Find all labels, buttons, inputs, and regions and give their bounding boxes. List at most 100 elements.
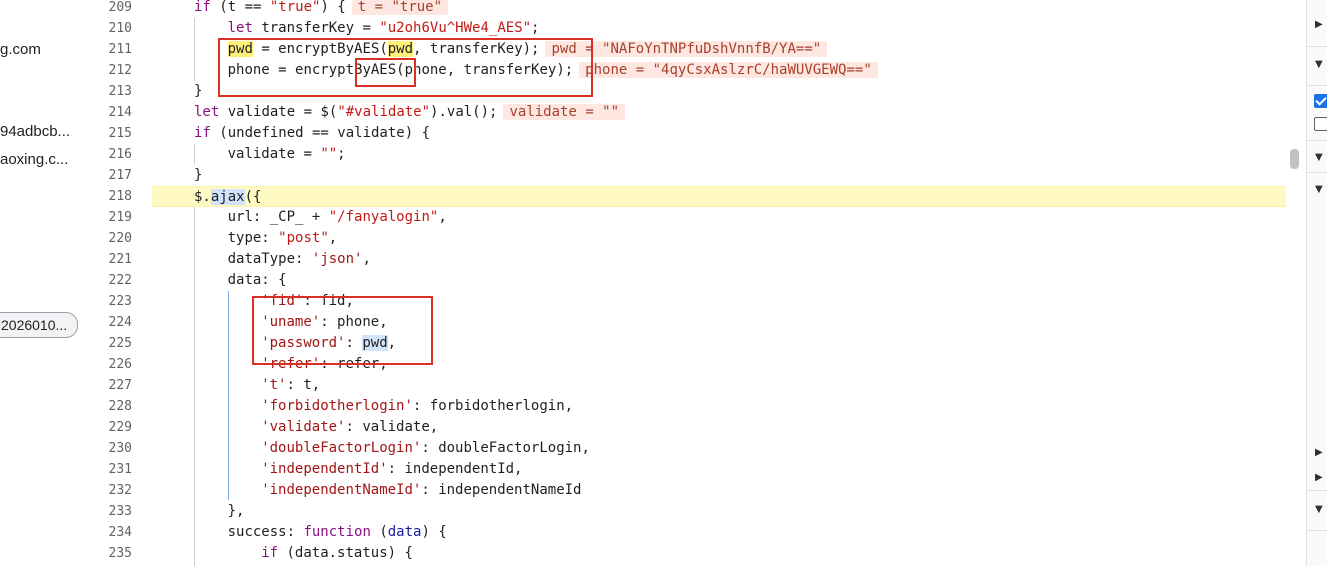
code-token: 'forbidotherlogin' bbox=[261, 398, 413, 414]
code-line: }, bbox=[152, 501, 1286, 522]
triangle-right-icon[interactable]: ▶ bbox=[1315, 19, 1323, 30]
left-sidebar: g.com 94adbcb... aoxing.c... 2026010... bbox=[0, 0, 87, 566]
code-line: } bbox=[152, 81, 1286, 102]
code-token: ajax bbox=[210, 189, 245, 205]
code-token: = encryptByAES( bbox=[252, 41, 388, 57]
code-token: , bbox=[387, 335, 397, 351]
code-token: "true" bbox=[269, 0, 321, 15]
line-number[interactable]: 227 bbox=[82, 375, 132, 396]
code-line: url: _CP_ + "/fanyalogin", bbox=[152, 207, 1286, 228]
editor-scrollbar[interactable] bbox=[1286, 0, 1306, 566]
line-number[interactable]: 216 bbox=[82, 144, 132, 165]
triangle-right-icon[interactable]: ▶ bbox=[1315, 447, 1323, 458]
line-number[interactable]: 212 bbox=[82, 60, 132, 81]
breakpoint-checkbox-checked[interactable] bbox=[1314, 94, 1327, 108]
line-number[interactable]: 226 bbox=[82, 354, 132, 375]
triangle-down-icon[interactable]: ▼ bbox=[1315, 504, 1323, 515]
code-line: if (undefined == validate) { bbox=[152, 123, 1286, 144]
code-token: pwd bbox=[387, 41, 414, 57]
line-number[interactable]: 217 bbox=[82, 165, 132, 186]
sidebar-item[interactable]: 94adbcb... bbox=[0, 123, 70, 140]
line-number-gutter: 209 210 211 212 213 214 215 216 217 218 219 220 221 2… bbox=[86, 0, 152, 566]
code-line: success: function (data) { bbox=[152, 522, 1286, 543]
breakpoint-checkbox[interactable] bbox=[1314, 117, 1327, 131]
line-number[interactable]: 224 bbox=[82, 312, 132, 333]
code-line-paused: $.ajax({ bbox=[152, 186, 1286, 207]
line-number[interactable]: 210 bbox=[82, 18, 132, 39]
code-token: "#validate" bbox=[337, 104, 431, 120]
line-number[interactable]: 218 bbox=[82, 186, 132, 207]
code-line: 't': t, bbox=[152, 375, 1286, 396]
line-number[interactable]: 211 bbox=[82, 39, 132, 60]
line-number[interactable]: 213 bbox=[82, 81, 132, 102]
code-line: 'forbidotherlogin': forbidotherlogin, bbox=[152, 396, 1286, 417]
code-token: type: bbox=[227, 230, 279, 246]
triangle-down-icon[interactable]: ▼ bbox=[1315, 184, 1323, 195]
code-line: 'independentId': independentId, bbox=[152, 459, 1286, 480]
code-line: if (data.status) { bbox=[152, 543, 1286, 564]
line-number[interactable]: 229 bbox=[82, 417, 132, 438]
triangle-down-icon[interactable]: ▼ bbox=[1315, 59, 1323, 70]
line-number[interactable]: 214 bbox=[82, 102, 132, 123]
code-token: pwd bbox=[362, 335, 388, 351]
code-line: pwd = encryptByAES(pwd, transferKey); pwd… bbox=[152, 39, 1286, 60]
sidebar-item[interactable]: aoxing.c... bbox=[0, 151, 68, 168]
code-token: 'validate' bbox=[261, 419, 346, 435]
code-line: 'refer': refer, bbox=[152, 354, 1286, 375]
code-token: : fid, bbox=[303, 293, 354, 309]
triangle-down-icon[interactable]: ▼ bbox=[1315, 152, 1323, 163]
line-number[interactable]: 223 bbox=[82, 291, 132, 312]
code-token: "post" bbox=[278, 230, 329, 246]
inline-value-preview: validate = "" bbox=[503, 104, 626, 120]
inline-value-preview: phone = "4qyCsxAslzrC/haWUVGEWQ==" bbox=[579, 62, 878, 78]
code-token: pwd bbox=[227, 41, 253, 57]
code-token: phone = encryptByAES(phone, transferKey)… bbox=[227, 62, 574, 78]
code-token: if bbox=[194, 125, 211, 141]
line-number[interactable]: 222 bbox=[82, 270, 132, 291]
line-number[interactable]: 235 bbox=[82, 543, 132, 564]
code-token: "u2oh6Vu^HWe4_AES" bbox=[379, 20, 532, 36]
code-editor[interactable]: if (t == "true") {t = "true" let transfer… bbox=[152, 0, 1286, 566]
line-number[interactable]: 215 bbox=[82, 123, 132, 144]
scrollbar-thumb[interactable] bbox=[1290, 149, 1299, 169]
code-token: let bbox=[194, 104, 220, 120]
code-line: 'fid': fid, bbox=[152, 291, 1286, 312]
code-line: 'doubleFactorLogin': doubleFactorLogin, bbox=[152, 438, 1286, 459]
code-token: , transferKey); bbox=[413, 41, 540, 57]
indent-guide bbox=[194, 207, 195, 566]
code-line: validate = ""; bbox=[152, 144, 1286, 165]
code-token: : independentNameId bbox=[421, 482, 582, 498]
code-line: 'validate': validate, bbox=[152, 417, 1286, 438]
line-number[interactable]: 225 bbox=[82, 333, 132, 354]
line-number[interactable]: 219 bbox=[82, 207, 132, 228]
code-token: url: _CP_ + bbox=[227, 209, 329, 225]
sidebar-item[interactable]: g.com bbox=[0, 41, 41, 58]
line-number[interactable]: 232 bbox=[82, 480, 132, 501]
line-number[interactable]: 228 bbox=[82, 396, 132, 417]
code-token: (undefined == validate) { bbox=[210, 125, 431, 141]
code-token: if bbox=[261, 545, 279, 561]
code-token: 'uname' bbox=[261, 314, 321, 330]
line-number[interactable]: 234 bbox=[82, 522, 132, 543]
line-number[interactable]: 209 bbox=[82, 0, 132, 18]
code-token: let bbox=[227, 20, 253, 36]
code-token: data bbox=[387, 524, 422, 540]
right-debugger-panel: ▶ ▼ ▼ ▼ ▶ ▶ ▼ bbox=[1306, 0, 1327, 566]
code-line: let transferKey = "u2oh6Vu^HWe4_AES"; bbox=[152, 18, 1286, 39]
line-number[interactable]: 220 bbox=[82, 228, 132, 249]
code-line: 'independentNameId': independentNameId bbox=[152, 480, 1286, 501]
indent-guide bbox=[227, 291, 229, 500]
line-number[interactable]: 230 bbox=[82, 438, 132, 459]
code-token: transferKey = bbox=[252, 20, 380, 36]
line-number[interactable]: 233 bbox=[82, 501, 132, 522]
code-token: 'doubleFactorLogin' bbox=[261, 440, 422, 456]
line-number[interactable]: 221 bbox=[82, 249, 132, 270]
code-line: 'uname': phone, bbox=[152, 312, 1286, 333]
code-token: $. bbox=[194, 189, 211, 205]
line-number[interactable]: 231 bbox=[82, 459, 132, 480]
triangle-right-icon[interactable]: ▶ bbox=[1315, 472, 1323, 483]
code-token: }, bbox=[227, 503, 245, 519]
sidebar-chip[interactable]: 2026010... bbox=[0, 312, 79, 338]
code-token: ) { bbox=[320, 0, 346, 15]
code-token: : independentId, bbox=[387, 461, 523, 477]
